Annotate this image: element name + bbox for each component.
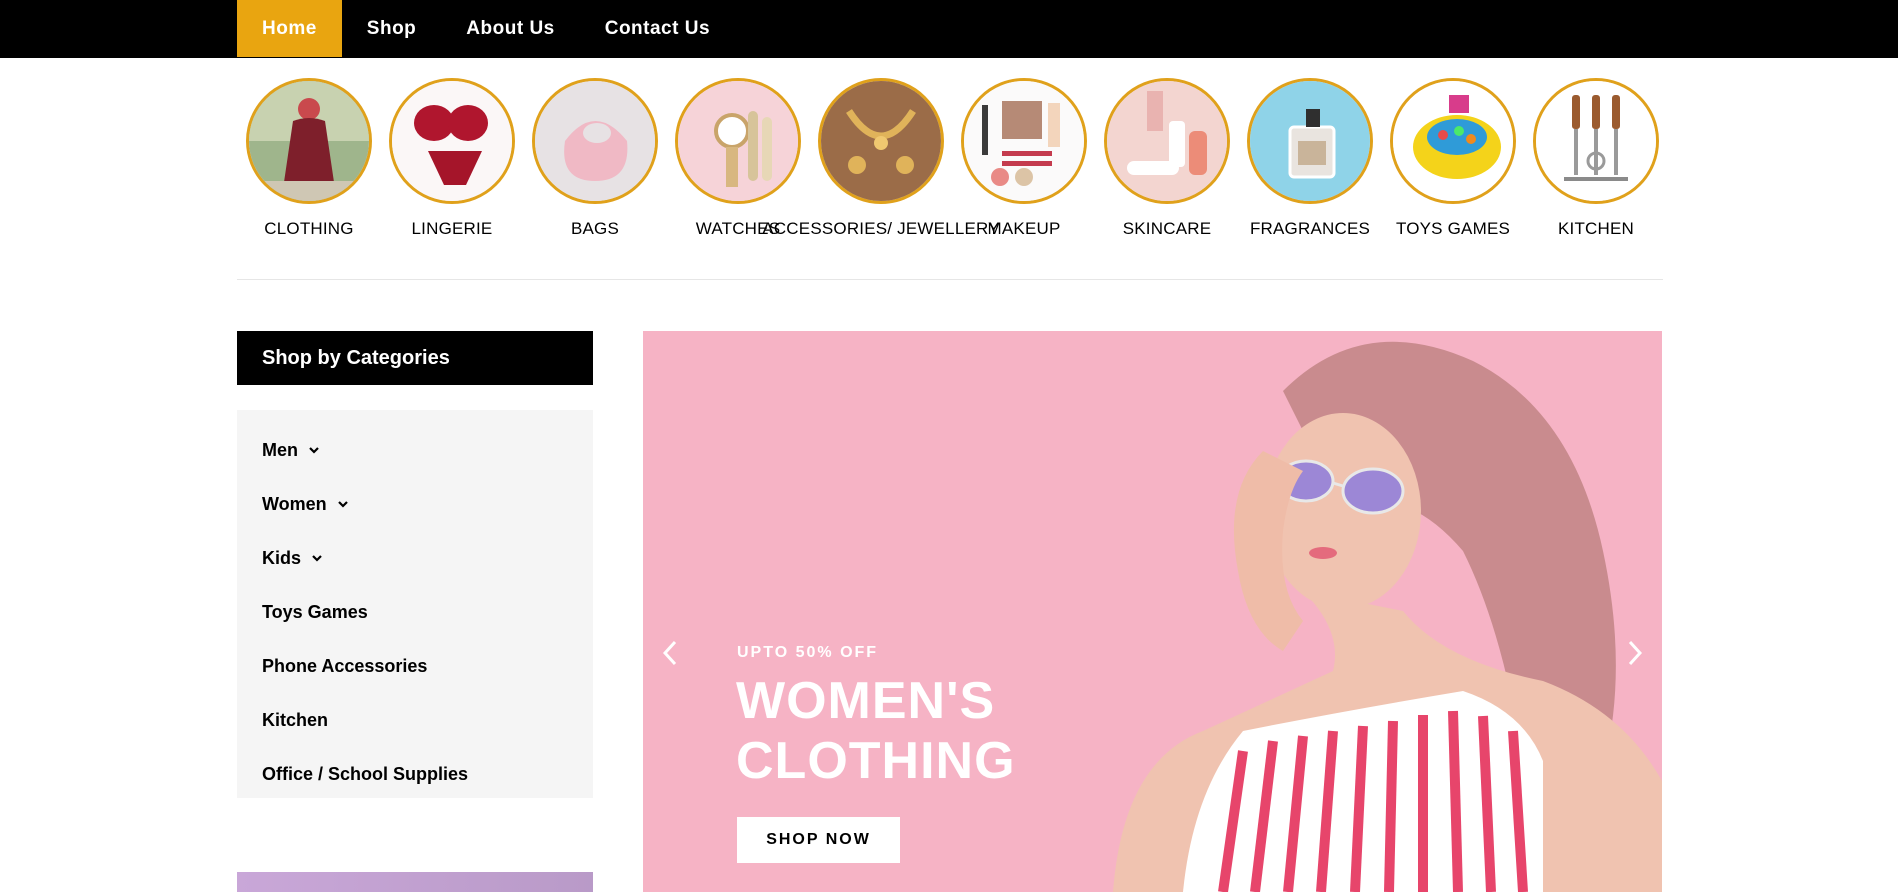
sidebar-item-phone-accessories[interactable]: Phone Accessories: [237, 639, 593, 693]
sidebar-item-label: Office / School Supplies: [262, 763, 469, 784]
lingerie-image[interactable]: [389, 78, 515, 204]
sidebar-category-list: Men Women Kids Toys Games Phone Accessor…: [237, 410, 593, 798]
toys-image[interactable]: [1390, 78, 1516, 204]
category-clothing[interactable]: CLOTHING: [246, 78, 372, 258]
chevron-right-icon: [1628, 640, 1643, 666]
sidebar-item-label: Phone Accessories: [262, 655, 428, 676]
carousel-next-button[interactable]: [1620, 631, 1650, 675]
hero-model-image: [643, 331, 1662, 892]
sidebar-item-label: Toys Games: [262, 601, 368, 622]
sidebar-item-label: Men: [262, 439, 298, 460]
sidebar-item-men[interactable]: Men: [237, 423, 593, 477]
category-kitchen[interactable]: KITCHEN: [1533, 78, 1659, 258]
sidebar-item-label: Kids: [262, 547, 302, 568]
section-divider: [237, 279, 1663, 280]
category-lingerie[interactable]: LINGERIE: [389, 78, 515, 258]
kitchen-image[interactable]: [1533, 78, 1659, 204]
category-makeup[interactable]: MAKEUP: [961, 78, 1087, 258]
hero-discount-text: UPTO 50% OFF: [737, 644, 879, 661]
category-label: FRAGRANCES: [1249, 219, 1371, 238]
category-label: KITCHEN: [1557, 219, 1635, 238]
nav-contact-us[interactable]: Contact Us: [580, 0, 735, 57]
sidebar-title: Shop by Categories: [237, 331, 593, 385]
shop-now-button[interactable]: SHOP NOW: [737, 817, 900, 863]
clothing-image[interactable]: [246, 78, 372, 204]
category-fragrances[interactable]: FRAGRANCES: [1247, 78, 1373, 258]
category-bags[interactable]: BAGS: [532, 78, 658, 258]
jewellery-image[interactable]: [818, 78, 944, 204]
sidebar-promo-banner[interactable]: [237, 872, 593, 892]
hero-title: WOMEN'S CLOTHING: [736, 672, 1016, 790]
sidebar-item-women[interactable]: Women: [237, 477, 593, 531]
hero-banner: UPTO 50% OFF WOMEN'S CLOTHING SHOP NOW: [643, 331, 1662, 892]
sidebar-item-kitchen[interactable]: Kitchen: [237, 693, 593, 747]
top-navigation-bar: Home Shop About Us Contact Us: [0, 0, 1898, 58]
fragrance-image[interactable]: [1247, 78, 1373, 204]
chevron-down-icon[interactable]: [308, 444, 320, 456]
sidebar-item-office-school-supplies[interactable]: Office / School Supplies: [237, 747, 593, 801]
watches-image[interactable]: [675, 78, 801, 204]
sidebar-item-toys-games[interactable]: Toys Games: [237, 585, 593, 639]
sidebar-item-kids[interactable]: Kids: [237, 531, 593, 585]
bags-image[interactable]: [532, 78, 658, 204]
chevron-left-icon: [662, 640, 677, 666]
category-toys-games[interactable]: TOYS GAMES: [1390, 78, 1516, 258]
nav-about-us[interactable]: About Us: [441, 0, 579, 57]
sidebar-item-label: Women: [262, 493, 327, 514]
category-label: MAKEUP: [987, 219, 1061, 238]
makeup-image[interactable]: [961, 78, 1087, 204]
nav-home[interactable]: Home: [237, 0, 342, 57]
nav-shop[interactable]: Shop: [342, 0, 442, 57]
category-label: CLOTHING: [264, 219, 354, 238]
sidebar-item-label: Kitchen: [262, 709, 329, 730]
skincare-image[interactable]: [1104, 78, 1230, 204]
category-label: BAGS: [570, 219, 620, 238]
chevron-down-icon[interactable]: [337, 498, 349, 510]
category-carousel: CLOTHING LINGERIE BAGS WATCHES ACCESSORI…: [237, 78, 1663, 258]
category-accessories-jewellery[interactable]: ACCESSORIES/ JEWELLERY: [762, 78, 1000, 258]
category-label: TOYS GAMES: [1395, 219, 1511, 238]
category-label: SKINCARE: [1122, 219, 1212, 238]
carousel-prev-button[interactable]: [655, 631, 685, 675]
main-nav: Home Shop About Us Contact Us: [237, 0, 735, 57]
category-label: LINGERIE: [411, 219, 493, 238]
category-skincare[interactable]: SKINCARE: [1104, 78, 1230, 258]
chevron-down-icon[interactable]: [311, 552, 323, 564]
